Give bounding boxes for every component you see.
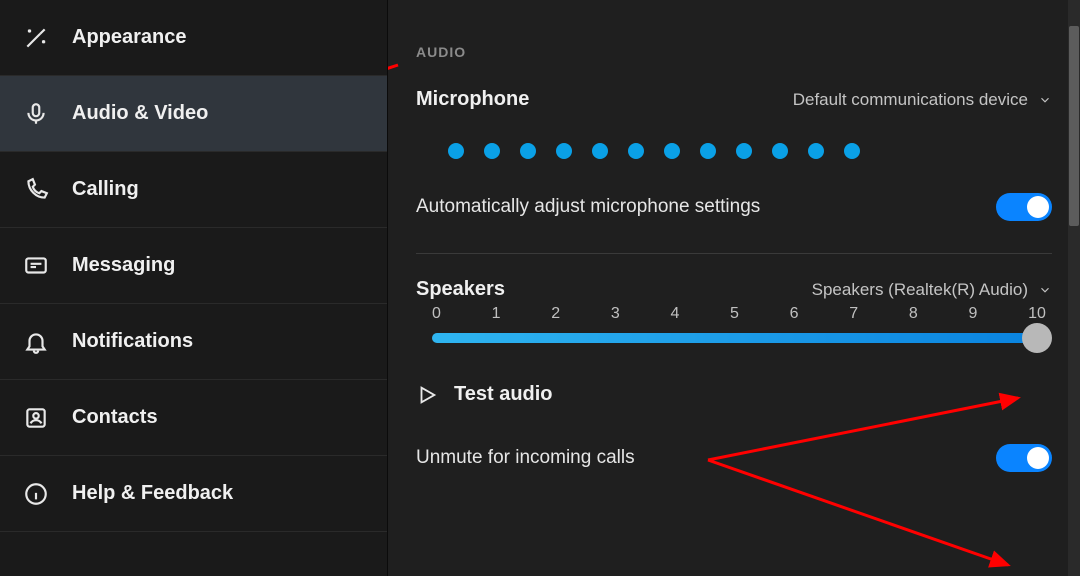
volume-tick: 8	[909, 305, 918, 323]
volume-tick: 7	[849, 305, 858, 323]
speaker-volume-slider[interactable]	[432, 333, 1046, 343]
level-dot	[808, 143, 824, 159]
sidebar-item-appearance[interactable]: Appearance	[0, 0, 387, 76]
sidebar-item-contacts[interactable]: Contacts	[0, 380, 387, 456]
info-icon	[22, 480, 50, 508]
level-dot	[664, 143, 680, 159]
speakers-row: Speakers Speakers (Realtek(R) Audio)	[416, 278, 1052, 301]
auto-adjust-toggle[interactable]	[996, 193, 1052, 221]
chat-icon	[22, 252, 50, 280]
volume-tick: 0	[432, 305, 441, 323]
speakers-device-value: Speakers (Realtek(R) Audio)	[812, 280, 1028, 300]
microphone-device-dropdown[interactable]: Default communications device	[793, 90, 1052, 110]
volume-tick: 5	[730, 305, 739, 323]
volume-tick: 3	[611, 305, 620, 323]
sidebar-item-audio-video[interactable]: Audio & Video	[0, 76, 387, 152]
sidebar-item-calling[interactable]: Calling	[0, 152, 387, 228]
volume-tick-labels: 0 1 2 3 4 5 6 7 8 9 10	[432, 305, 1046, 323]
scrollbar-thumb[interactable]	[1069, 26, 1079, 226]
level-dot	[484, 143, 500, 159]
level-dot	[592, 143, 608, 159]
auto-adjust-label: Automatically adjust microphone settings	[416, 196, 760, 218]
speaker-volume-slider-wrap: 0 1 2 3 4 5 6 7 8 9 10	[416, 305, 1052, 343]
sidebar-item-label: Help & Feedback	[72, 482, 233, 505]
annotation-arrow	[388, 55, 408, 145]
section-title-audio: AUDIO	[416, 44, 1052, 60]
unmute-label: Unmute for incoming calls	[416, 447, 635, 469]
phone-icon	[22, 176, 50, 204]
microphone-icon	[22, 100, 50, 128]
slider-fill	[432, 333, 1028, 343]
level-dot	[628, 143, 644, 159]
unmute-row: Unmute for incoming calls	[416, 440, 1052, 472]
test-audio-label: Test audio	[454, 383, 553, 406]
play-icon	[416, 384, 438, 406]
volume-tick: 1	[492, 305, 501, 323]
sidebar-item-messaging[interactable]: Messaging	[0, 228, 387, 304]
microphone-device-value: Default communications device	[793, 90, 1028, 110]
level-dot	[736, 143, 752, 159]
sidebar-item-notifications[interactable]: Notifications	[0, 304, 387, 380]
wand-icon	[22, 24, 50, 52]
sidebar-item-label: Audio & Video	[72, 102, 208, 125]
sidebar-item-label: Messaging	[72, 254, 175, 277]
volume-tick: 9	[968, 305, 977, 323]
volume-tick: 4	[670, 305, 679, 323]
chevron-down-icon	[1038, 93, 1052, 107]
scrollbar[interactable]	[1068, 0, 1080, 576]
level-dot	[520, 143, 536, 159]
settings-sidebar: Appearance Audio & Video Calling Messagi…	[0, 0, 388, 576]
settings-main-panel: AUDIO Microphone Default communications …	[388, 0, 1080, 576]
test-audio-button[interactable]: Test audio	[416, 383, 1052, 406]
volume-tick: 2	[551, 305, 560, 323]
level-dot	[556, 143, 572, 159]
auto-adjust-row: Automatically adjust microphone settings	[416, 189, 1052, 245]
volume-tick: 10	[1028, 305, 1046, 323]
level-dot	[448, 143, 464, 159]
sidebar-item-label: Notifications	[72, 330, 193, 353]
speakers-label: Speakers	[416, 278, 505, 301]
level-dot	[844, 143, 860, 159]
microphone-row: Microphone Default communications device	[416, 88, 1052, 111]
bell-icon	[22, 328, 50, 356]
sidebar-item-label: Appearance	[72, 26, 187, 49]
slider-thumb[interactable]	[1022, 323, 1052, 353]
unmute-toggle[interactable]	[996, 444, 1052, 472]
microphone-level-meter	[448, 143, 1052, 159]
contacts-icon	[22, 404, 50, 432]
speakers-device-dropdown[interactable]: Speakers (Realtek(R) Audio)	[812, 280, 1052, 300]
annotation-arrow	[698, 390, 1058, 576]
volume-tick: 6	[790, 305, 799, 323]
microphone-label: Microphone	[416, 88, 529, 111]
sidebar-item-help-feedback[interactable]: Help & Feedback	[0, 456, 387, 532]
divider	[416, 253, 1052, 254]
chevron-down-icon	[1038, 283, 1052, 297]
sidebar-item-label: Calling	[72, 178, 139, 201]
sidebar-item-label: Contacts	[72, 406, 158, 429]
level-dot	[772, 143, 788, 159]
level-dot	[700, 143, 716, 159]
